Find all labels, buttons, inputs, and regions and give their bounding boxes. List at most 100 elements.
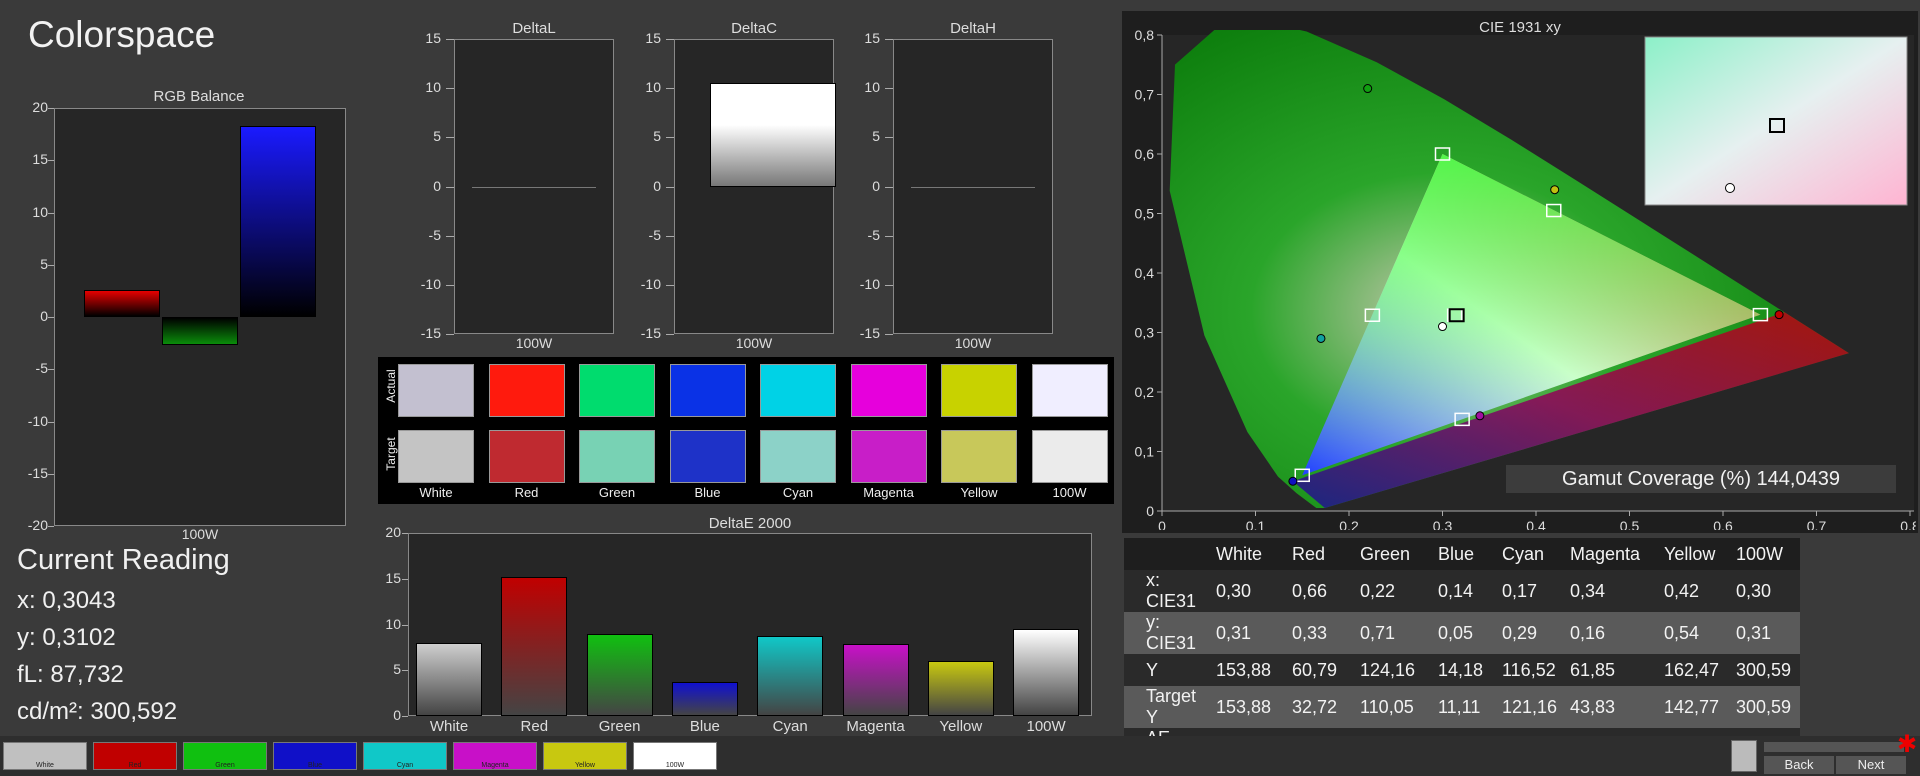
category-label: 100W (515, 335, 553, 351)
delta-c-title: DeltaC (731, 20, 777, 37)
delta-e-bar (416, 643, 482, 716)
table-cell: 60,79 (1292, 659, 1338, 680)
table-header-cell: Cyan (1502, 543, 1545, 564)
y-tick-mark (402, 670, 408, 672)
toolbar-swatch-button[interactable]: White (3, 742, 87, 770)
y-tick-label: 10 (425, 79, 441, 96)
y-tick-label: -15 (640, 325, 661, 341)
y-tick-label: 5 (653, 128, 661, 145)
cie-actual-point (1288, 476, 1298, 486)
swatch-label: White (419, 485, 453, 500)
y-tick-mark (885, 88, 893, 90)
asterisk-icon[interactable]: ✱ (1897, 730, 1917, 759)
y-tick-label: -5 (648, 226, 661, 243)
y-tick-mark (446, 235, 454, 237)
y-tick-label: -15 (27, 464, 48, 481)
y-tick-label: 0 (433, 177, 441, 194)
swatch-label: 100W (1052, 485, 1087, 500)
gamut-coverage: Gamut Coverage (%) 144,0439 (1506, 465, 1896, 493)
actual-swatch (760, 364, 836, 417)
category-label: 100W (954, 335, 992, 351)
table-header-row: White Red Green Blue Cyan Magenta Yellow 100W (1124, 538, 1800, 570)
table-header-cell: Magenta (1570, 543, 1641, 564)
toolbar-swatch-button[interactable]: Blue (273, 742, 357, 770)
page-title: Colorspace (28, 14, 216, 55)
actual-swatch (941, 364, 1017, 417)
y-tick-mark (666, 334, 674, 335)
toolbar-icon-strip[interactable] (1764, 742, 1904, 752)
y-tick-label: -10 (640, 275, 661, 292)
table-row-label: Y (1146, 659, 1159, 680)
y-tick-label: 0 (872, 177, 880, 194)
y-tick-mark (48, 317, 54, 318)
cie-x-tick-label: 0,6 (1713, 518, 1733, 530)
y-tick-mark (48, 369, 54, 371)
reading-x: x: 0,3043 (17, 587, 116, 614)
delta-e-bar (501, 577, 568, 716)
y-tick-mark (666, 186, 674, 188)
cie-actual-point (1363, 84, 1373, 94)
table-cell: 153,88 (1216, 696, 1272, 717)
back-button[interactable]: Back (1764, 756, 1834, 774)
y-tick-mark (48, 473, 54, 475)
table-cell: 32,72 (1292, 696, 1338, 717)
table-cell: 300,59 (1736, 659, 1792, 680)
y-tick-mark (48, 264, 54, 266)
table-cell: 14,18 (1438, 659, 1484, 680)
y-tick-label: 5 (40, 255, 48, 272)
y-tick-label: -5 (428, 226, 441, 243)
table-cell: 0,22 (1360, 580, 1396, 601)
y-tick-mark (885, 39, 893, 40)
toolbar-swatch-button[interactable]: 100W (633, 742, 717, 770)
swatch-label: Magenta (863, 485, 914, 500)
cie-y-tick-label: 0,6 (1135, 146, 1155, 162)
table-header-cell: Blue (1438, 543, 1475, 564)
next-button[interactable]: Next (1836, 756, 1906, 774)
cie-y-tick-label: 0,7 (1135, 87, 1155, 103)
toolbar-swatch-button[interactable]: Red (93, 742, 177, 770)
table-cell: 0,30 (1216, 580, 1252, 601)
table-cell: 0,14 (1438, 580, 1474, 601)
table-cell: 121,16 (1502, 696, 1558, 717)
actual-swatch (1031, 364, 1108, 417)
toolbar-swatch-button[interactable]: Yellow (543, 742, 627, 770)
rgb-balance-bar (84, 289, 160, 317)
y-tick-label: 10 (32, 203, 48, 220)
delta-e-category: Green (598, 718, 641, 735)
y-tick-label: 15 (32, 151, 48, 168)
toolbar-swatch-button[interactable]: Green (183, 742, 267, 770)
table-row-label: x: CIE31 (1146, 570, 1197, 611)
y-tick-label: -10 (27, 412, 48, 429)
cie-actual-point (1774, 310, 1784, 320)
bottom-toolbar: White Red Green Blue Cyan Magenta Yellow 100W B… (0, 731, 1920, 776)
delta-bar (710, 83, 836, 187)
toolbar-checkbox-icon[interactable] (1731, 740, 1757, 772)
table-cell: 0,71 (1360, 622, 1396, 643)
delta-e-category: White (429, 718, 469, 735)
table-header-cell: Green (1360, 543, 1411, 564)
table-row: x: CIE31 0,30 0,66 0,22 0,14 0,17 0,34 0,42 0,30 (1124, 570, 1800, 612)
table-cell: 43,83 (1570, 696, 1616, 717)
y-tick-label: 5 (433, 128, 441, 145)
table-cell: 0,34 (1570, 580, 1606, 601)
reading-fl: fL: 87,732 (17, 661, 124, 688)
rgb-balance-title: RGB Balance (153, 88, 245, 105)
y-tick-label: 15 (864, 30, 880, 46)
delta-e-bar (1013, 629, 1080, 716)
toolbar-swatch-button[interactable]: Magenta (453, 742, 537, 770)
cie-y-tick-label: 0,3 (1135, 325, 1155, 341)
actual-swatch (488, 364, 565, 417)
table-row: Target Y 153,88 32,72 110,05 11,11 121,16 43,8… (1124, 686, 1800, 728)
cie-actual-point (1316, 333, 1326, 343)
toolbar-swatch-button[interactable]: Cyan (363, 742, 447, 770)
table-cell: 162,47 (1664, 659, 1720, 680)
y-tick-label: 0 (393, 707, 401, 723)
table-cell: 0,31 (1216, 622, 1252, 643)
delta-e-bar (927, 660, 994, 716)
swatch-label: Yellow (960, 485, 998, 500)
y-tick-mark (885, 284, 893, 286)
target-row-label: Target (384, 437, 398, 471)
delta-e-bar (842, 644, 909, 716)
toolbar-swatch-label: Yellow (575, 762, 595, 769)
rgb-balance-bar (162, 317, 238, 346)
